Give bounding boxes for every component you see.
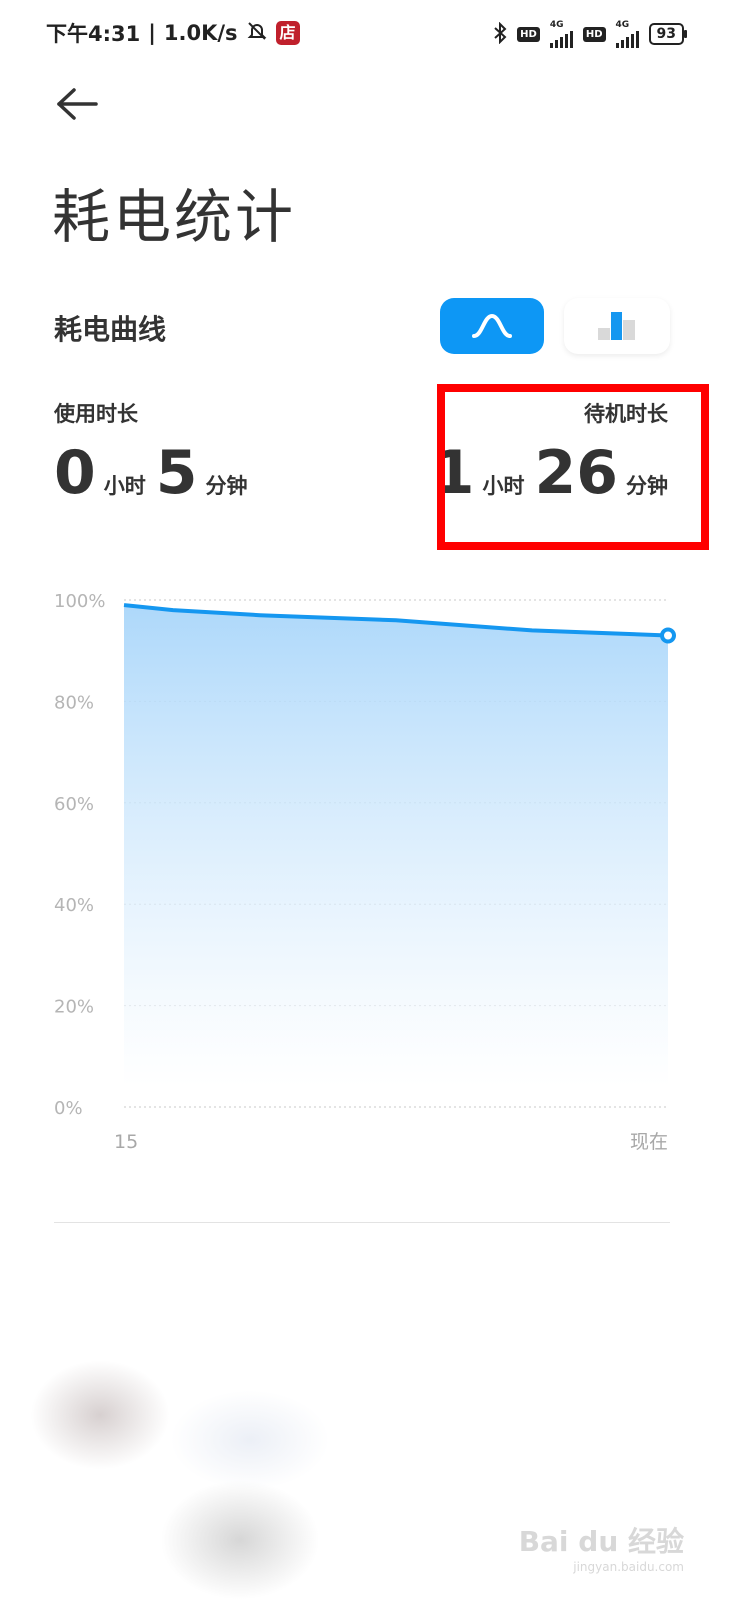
battery-usage-chart: 100% 80% 60% 40% 20% 0% 15 现在	[54, 591, 676, 1153]
curve-icon	[472, 313, 512, 338]
status-time: 下午4:31	[46, 22, 141, 46]
curve-view-button[interactable]	[440, 298, 544, 354]
y-tick-label: 0%	[54, 1098, 83, 1119]
status-right: HD 4G HD 4G 93	[493, 20, 688, 48]
y-tick-label: 100%	[54, 591, 105, 612]
section-title: 耗电曲线	[54, 313, 167, 346]
x-tick-label: 15	[114, 1131, 138, 1153]
signal-bars-icon	[549, 30, 573, 48]
status-left: 下午4:31 | 1.0K/s 店	[46, 18, 300, 48]
usage-time-label: 使用时长	[54, 402, 138, 426]
y-tick-label: 80%	[54, 692, 94, 713]
usage-hours: 0	[54, 438, 96, 508]
back-arrow-icon	[57, 88, 98, 120]
x-tick-label: 现在	[630, 1131, 668, 1153]
back-button[interactable]	[56, 86, 100, 122]
blurred-content	[30, 1360, 170, 1470]
status-bar: 下午4:31 | 1.0K/s 店 HD 4G HD 4G 93	[0, 0, 738, 66]
highlight-box	[437, 384, 709, 550]
bar-view-button[interactable]	[564, 298, 670, 354]
hd-badge-2: HD	[582, 26, 606, 42]
battery-indicator: 93	[648, 23, 688, 45]
signal-1: 4G	[549, 20, 573, 48]
bluetooth-icon	[493, 21, 507, 47]
y-tick-label: 20%	[54, 997, 94, 1018]
chart-area	[124, 605, 668, 1087]
status-speed: 1.0K/s	[163, 21, 238, 45]
watermark-brand: Bai du 经验	[518, 1525, 684, 1558]
status-separator: |	[148, 21, 156, 45]
blurred-content	[170, 1390, 330, 1490]
shop-icon: 店	[275, 21, 300, 45]
usage-hours-unit: 小时	[103, 474, 146, 498]
network-type-1: 4G	[549, 20, 564, 30]
divider	[54, 1222, 670, 1223]
y-tick-label: 40%	[54, 895, 94, 916]
usage-time-value: 0 小时 5 分钟	[54, 438, 258, 508]
usage-minutes: 5	[155, 438, 198, 508]
page-title: 耗电统计	[52, 183, 297, 251]
blurred-content	[160, 1480, 320, 1600]
watermark-url: jingyan.baidu.com	[573, 1560, 684, 1574]
signal-2: 4G	[615, 20, 639, 48]
usage-minutes-unit: 分钟	[205, 474, 248, 498]
hd-badge-1: HD	[517, 26, 540, 42]
bar-chart-icon	[598, 312, 635, 340]
y-tick-label: 60%	[54, 794, 94, 815]
data-point	[660, 627, 676, 644]
signal-bars-icon	[615, 30, 639, 48]
network-type-2: 4G	[615, 20, 630, 30]
mute-bell-icon	[246, 20, 268, 47]
baidu-watermark: Bai du 经验 jingyan.baidu.com	[519, 1520, 684, 1574]
